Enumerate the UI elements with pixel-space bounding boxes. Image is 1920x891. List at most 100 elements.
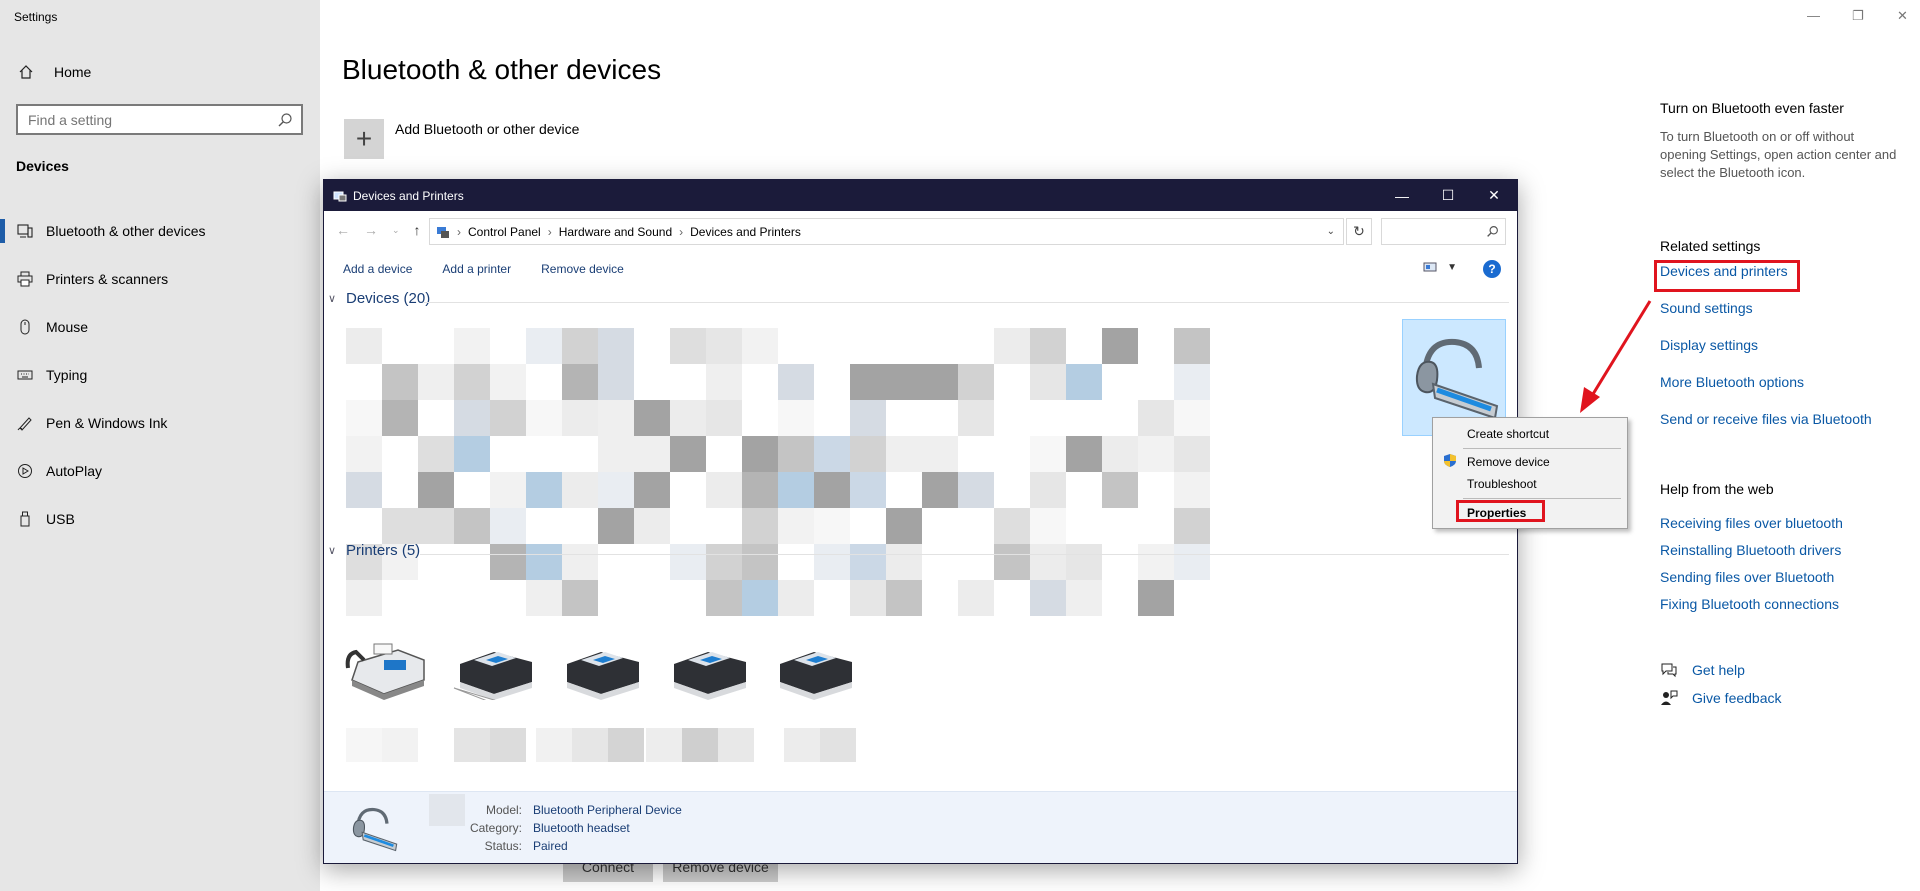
- nav-item-printers[interactable]: Printers & scanners: [0, 255, 320, 303]
- pixelated-cell: [1066, 580, 1102, 616]
- nav-item-mouse[interactable]: Mouse: [0, 303, 320, 351]
- breadcrumb-devices-printers[interactable]: Devices and Printers: [690, 225, 801, 239]
- pixelated-cell: [562, 472, 598, 508]
- pixelated-cell: [886, 436, 922, 472]
- nav-item-autoplay[interactable]: AutoPlay: [0, 447, 320, 495]
- nav-item-label: Printers & scanners: [46, 271, 169, 287]
- add-a-device-command[interactable]: Add a device: [343, 262, 412, 276]
- pixelated-cell: [526, 328, 562, 364]
- pixelated-cell: [1066, 364, 1102, 400]
- settings-sidebar: Settings Home Devices Bluetooth & other …: [0, 0, 320, 891]
- search-box: [16, 104, 303, 135]
- pixelated-cell: [1174, 544, 1210, 580]
- help-link-receiving[interactable]: Receiving files over bluetooth: [1660, 515, 1900, 531]
- pixelated-cell: [850, 472, 886, 508]
- pixelated-cell: [850, 436, 886, 472]
- pixelated-cell: [886, 508, 922, 544]
- add-device-button[interactable]: +: [344, 119, 384, 159]
- help-link-sending[interactable]: Sending files over Bluetooth: [1660, 569, 1900, 585]
- sound-settings-link[interactable]: Sound settings: [1660, 300, 1900, 316]
- more-bluetooth-options-link[interactable]: More Bluetooth options: [1660, 374, 1900, 390]
- back-icon[interactable]: ←: [336, 222, 350, 238]
- view-icon: [1423, 262, 1437, 272]
- pixelated-cell: [886, 400, 922, 436]
- help-icon[interactable]: ?: [1483, 260, 1501, 278]
- pixelated-cell: [670, 400, 706, 436]
- address-dropdown-icon[interactable]: ⌄: [1327, 226, 1335, 237]
- send-receive-files-link[interactable]: Send or receive files via Bluetooth: [1660, 411, 1900, 427]
- pixelated-cell: [1138, 580, 1174, 616]
- view-options[interactable]: ▼: [1423, 261, 1457, 273]
- menu-item-troubleshoot[interactable]: Troubleshoot: [1467, 477, 1537, 491]
- printer-item[interactable]: [770, 640, 858, 700]
- pixelated-cell: [958, 472, 994, 508]
- pixelated-cell: [1174, 472, 1210, 508]
- restore-icon[interactable]: ❐: [1852, 8, 1866, 23]
- category-label: Category:: [469, 821, 522, 835]
- details-pane: Model: Bluetooth Peripheral Device Categ…: [324, 791, 1517, 863]
- pixelated-cell: [958, 364, 994, 400]
- printer-item[interactable]: [664, 640, 752, 700]
- pixelated-cell: [1102, 364, 1138, 400]
- pixelated-cell: [490, 400, 526, 436]
- fax-printer-item[interactable]: [344, 640, 432, 700]
- pixelated-cell: [454, 436, 490, 472]
- blurred-label: [646, 728, 682, 762]
- pixelated-cell: [850, 544, 886, 580]
- devices-group-header[interactable]: ∨ Devices (20): [328, 290, 430, 307]
- pixelated-cell: [850, 400, 886, 436]
- nav-item-pen[interactable]: Pen & Windows Ink: [0, 399, 320, 447]
- window-minimize-icon[interactable]: —: [1379, 180, 1425, 211]
- pixelated-cell: [778, 364, 814, 400]
- pixelated-cell: [706, 400, 742, 436]
- mouse-icon: [20, 319, 30, 335]
- forward-icon[interactable]: →: [364, 222, 378, 238]
- get-help-link[interactable]: Get help: [1692, 662, 1745, 678]
- pixelated-cell: [526, 544, 562, 580]
- breadcrumb-control-panel[interactable]: Control Panel: [468, 225, 541, 239]
- recent-chevron-icon[interactable]: ⌄: [392, 225, 400, 238]
- pixelated-cell: [490, 544, 526, 580]
- nav-item-typing[interactable]: Typing: [0, 351, 320, 399]
- add-a-printer-command[interactable]: Add a printer: [442, 262, 511, 276]
- minimize-icon[interactable]: —: [1807, 8, 1821, 23]
- devices-and-printers-window: Devices and Printers — ☐ ✕ ← → ⌄ ↑ › Con…: [323, 179, 1518, 864]
- address-bar[interactable]: › Control Panel › Hardware and Sound › D…: [429, 218, 1344, 245]
- nav-item-bluetooth[interactable]: Bluetooth & other devices: [0, 207, 320, 255]
- window-close-icon[interactable]: ✕: [1471, 180, 1517, 211]
- pixelated-cell: [1138, 436, 1174, 472]
- help-link-reinstalling[interactable]: Reinstalling Bluetooth drivers: [1660, 542, 1900, 558]
- search-icon[interactable]: [277, 112, 293, 128]
- nav-item-usb[interactable]: USB: [0, 495, 320, 543]
- printer-item[interactable]: [450, 640, 538, 703]
- pixelated-cell: [886, 364, 922, 400]
- give-feedback-row[interactable]: Give feedback: [1660, 690, 1900, 706]
- remove-device-command[interactable]: Remove device: [541, 262, 624, 276]
- home-nav-item[interactable]: Home: [18, 64, 91, 80]
- search-input[interactable]: [18, 106, 301, 133]
- add-device-label[interactable]: Add Bluetooth or other device: [395, 121, 579, 137]
- breadcrumb-hardware-sound[interactable]: Hardware and Sound: [559, 225, 672, 239]
- pixelated-cell: [778, 508, 814, 544]
- menu-item-remove-device[interactable]: Remove device: [1467, 455, 1550, 469]
- up-icon[interactable]: ↑: [414, 222, 421, 238]
- help-link-fixing[interactable]: Fixing Bluetooth connections: [1660, 596, 1900, 612]
- pixelated-cell: [526, 472, 562, 508]
- close-icon[interactable]: ✕: [1897, 8, 1911, 23]
- get-help-row[interactable]: Get help: [1660, 662, 1900, 678]
- printers-group-header[interactable]: ∨ Printers (5): [328, 542, 420, 559]
- pixelated-cell: [418, 580, 454, 616]
- pixelated-cell: [562, 328, 598, 364]
- window-maximize-icon[interactable]: ☐: [1425, 180, 1471, 211]
- printers-group-label: Printers (5): [346, 542, 421, 559]
- app-title: Settings: [14, 10, 58, 24]
- printer-item[interactable]: [557, 640, 645, 700]
- display-settings-link[interactable]: Display settings: [1660, 337, 1900, 353]
- menu-item-create-shortcut[interactable]: Create shortcut: [1467, 427, 1549, 441]
- refresh-icon[interactable]: ↻: [1346, 218, 1372, 245]
- pixelated-cell: [1174, 400, 1210, 436]
- pixelated-cell: [742, 580, 778, 616]
- pixelated-cell: [382, 400, 418, 436]
- give-feedback-link[interactable]: Give feedback: [1692, 690, 1782, 706]
- window-search-box[interactable]: [1381, 218, 1506, 245]
